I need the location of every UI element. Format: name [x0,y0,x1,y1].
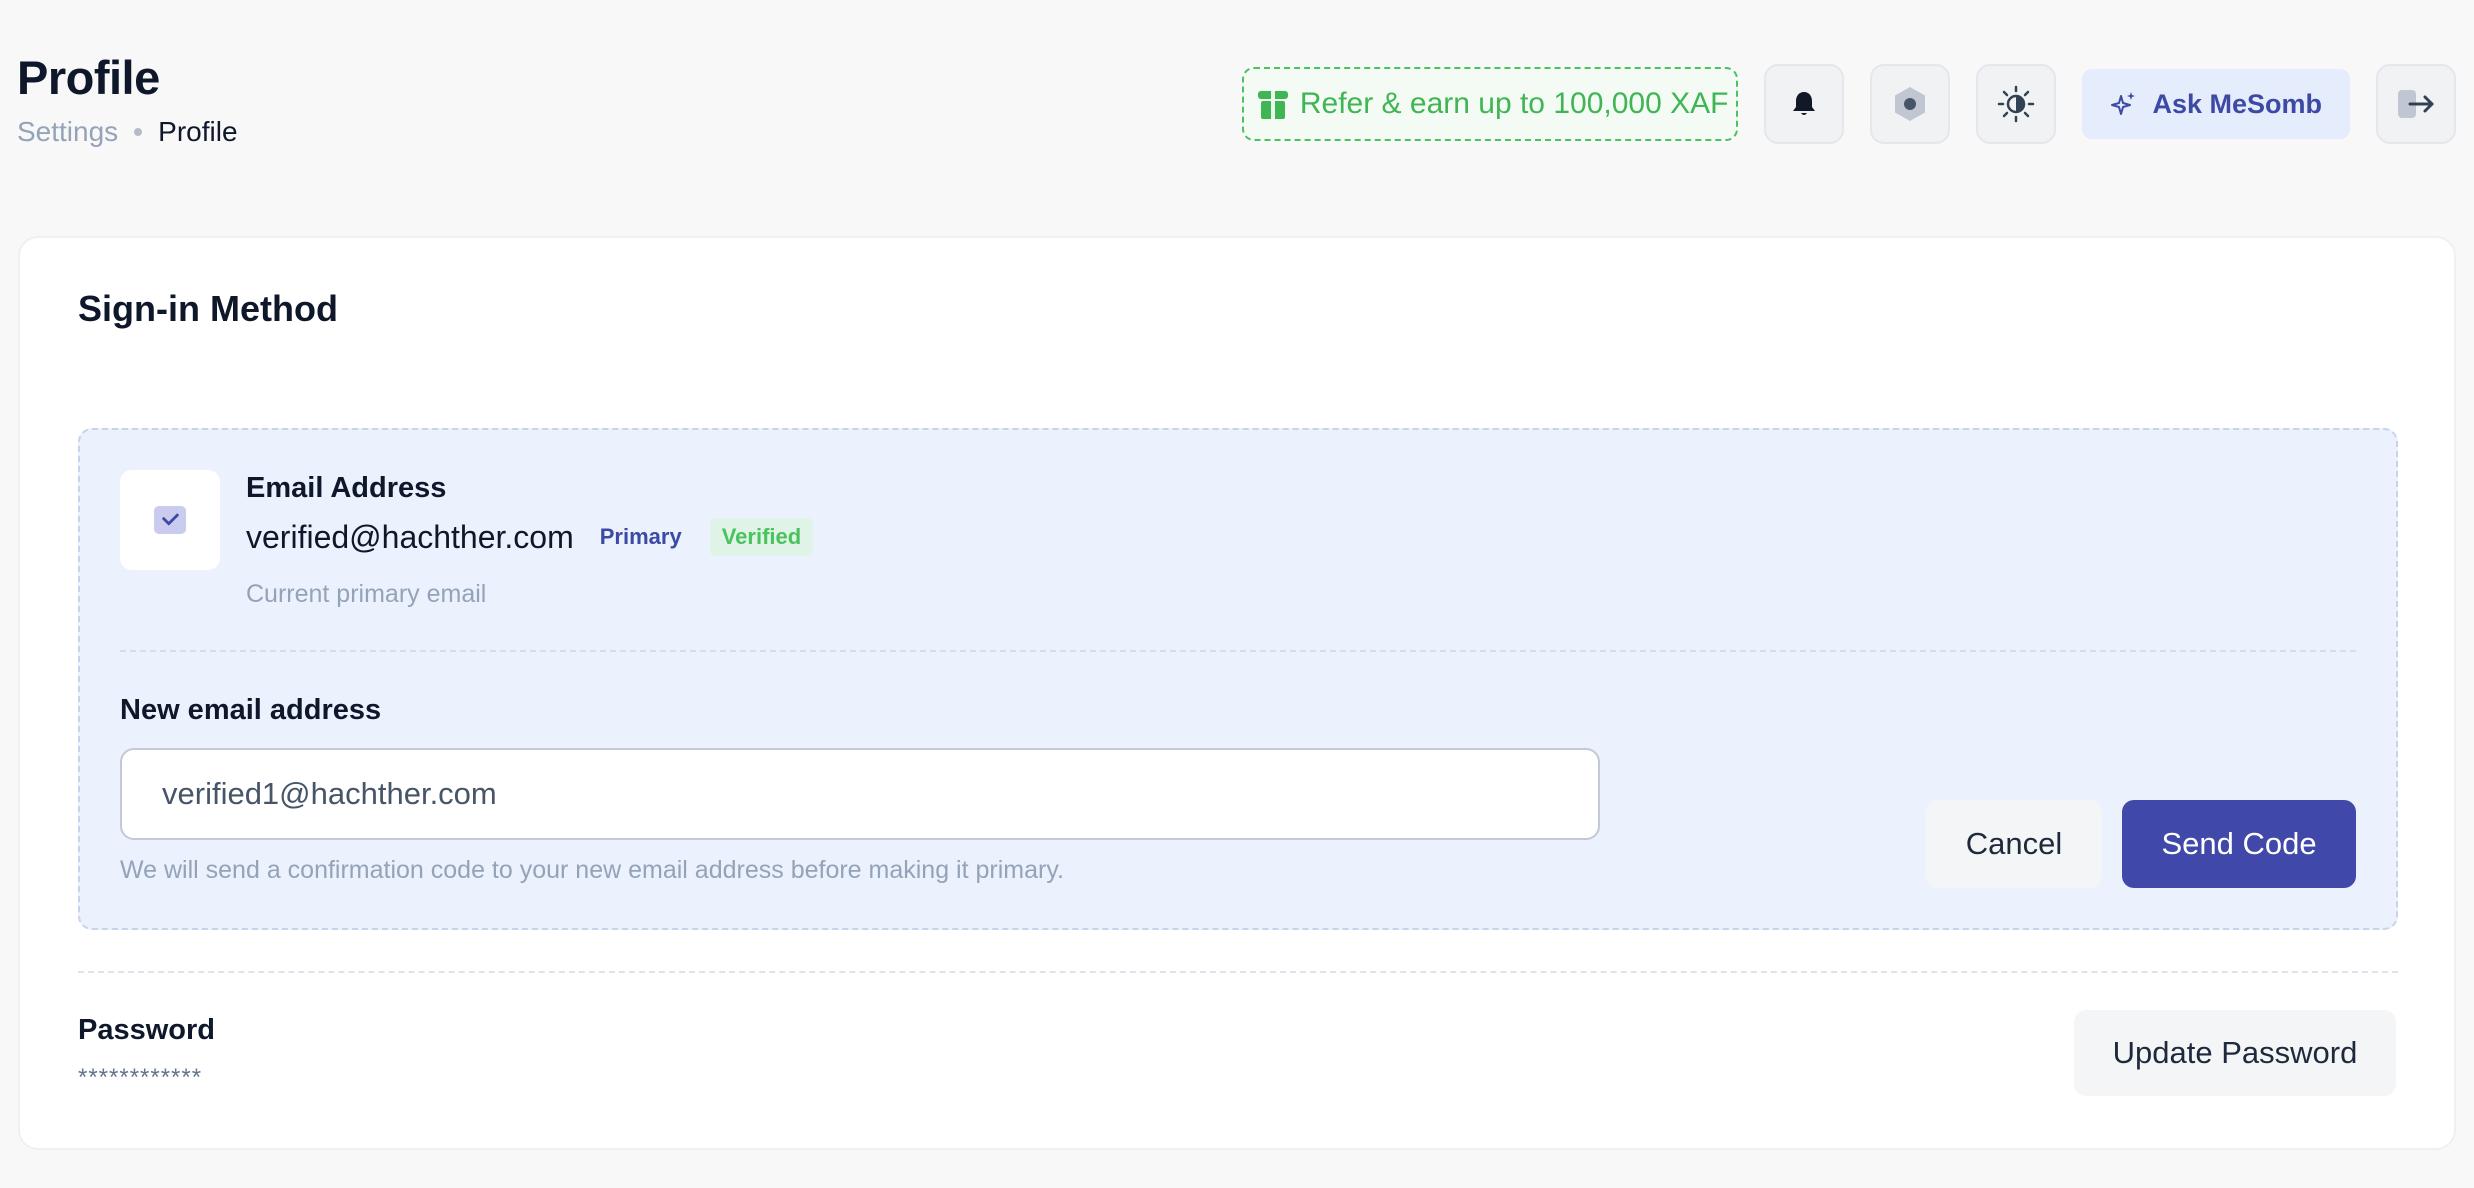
bell-icon [1793,92,1816,115]
email-label: Email Address [246,472,447,504]
logout-icon [2398,90,2434,118]
page-title: Profile [17,51,160,104]
ask-mesomb-label: Ask MeSomb [2152,88,2322,119]
header-actions: Refer & earn up to 100,000 XAF Ask MeSom… [1241,64,2456,144]
primary-badge: Primary [599,524,682,549]
new-email-hint: We will send a confirmation code to your… [120,856,1064,884]
breadcrumb-settings[interactable]: Settings [17,116,118,148]
section-divider [78,971,2398,973]
refer-earn-button[interactable]: Refer & earn up to 100,000 XAF [1241,67,1739,141]
profile-page: Profile Settings Profile Refer & earn up… [0,0,2474,1188]
verified-badge: Verified [709,518,814,556]
gift-icon [1257,89,1288,119]
new-email-label: New email address [120,694,382,726]
theme-toggle-button[interactable] [1976,64,2057,144]
panel-divider [120,650,2356,652]
password-label: Password [78,1014,215,1046]
logout-button[interactable] [2376,64,2456,144]
breadcrumb-separator [134,128,143,136]
refer-earn-label: Refer & earn up to 100,000 XAF [1299,87,1729,120]
page-header: Profile Settings Profile [17,48,238,148]
cancel-button[interactable]: Cancel [1926,800,2102,888]
current-email-help: Current primary email [246,580,487,608]
password-value: ************ [78,1064,203,1091]
send-code-button[interactable]: Send Code [2122,800,2356,888]
update-password-button[interactable]: Update Password [2074,1010,2396,1096]
settings-hexagon-icon [1895,87,1926,121]
email-panel: Email Address verified@hachther.com Prim… [78,428,2398,930]
breadcrumb: Settings Profile [17,116,238,148]
breadcrumb-profile: Profile [158,116,238,147]
card-title: Sign-in Method [78,288,338,329]
notifications-button[interactable] [1764,64,1845,144]
ask-mesomb-button[interactable]: Ask MeSomb [2082,69,2350,139]
current-email-row: verified@hachther.com Primary Verified [246,518,814,556]
new-email-input[interactable] [120,748,1600,840]
sparkles-icon [2111,92,2136,115]
mail-icon-tile [120,470,220,570]
current-email-value: verified@hachther.com [246,518,574,555]
theme-sun-icon [1998,85,2035,123]
mail-icon [154,506,186,534]
sign-in-method-card: Sign-in Method Email Address verified@ha… [18,236,2456,1150]
settings-button[interactable] [1870,64,1951,144]
